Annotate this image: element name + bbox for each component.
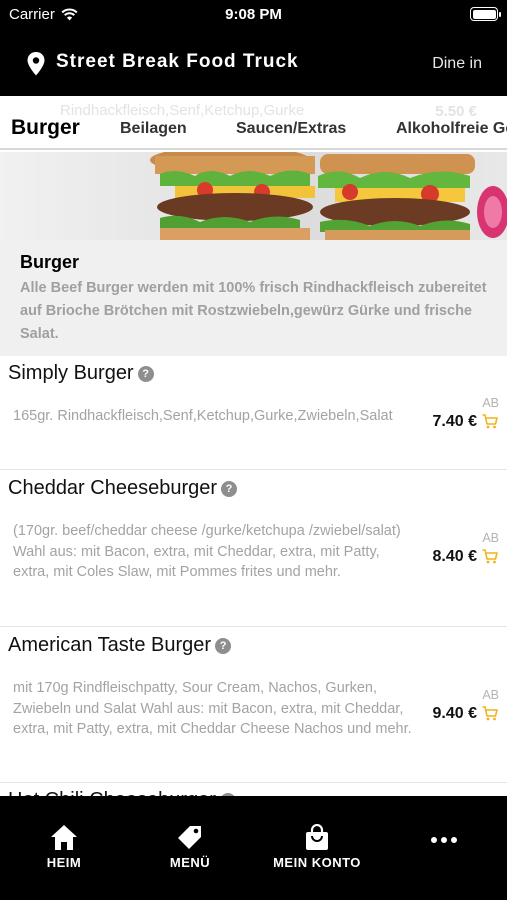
shopping-bag-icon bbox=[306, 824, 328, 850]
info-icon[interactable]: ? bbox=[221, 480, 238, 497]
app-header: Street Break Food Truck Dine in bbox=[0, 30, 507, 96]
dine-mode-button[interactable]: Dine in bbox=[432, 55, 482, 73]
more-icon bbox=[431, 837, 457, 843]
battery-icon bbox=[470, 7, 501, 21]
product-name: American Taste Burger bbox=[8, 634, 212, 656]
status-bar: Carrier 9:08 PM bbox=[0, 0, 507, 30]
home-icon bbox=[51, 825, 77, 850]
nav-home[interactable]: HEIM bbox=[14, 824, 114, 870]
category-tabs: Rindhackfleisch,Senf,Ketchup,Gurke 5.50 … bbox=[0, 96, 507, 150]
burger-photo bbox=[150, 152, 507, 240]
product-tag: AB bbox=[482, 688, 499, 702]
product-name-row: American Taste Burger ? bbox=[8, 634, 232, 657]
cart-icon[interactable] bbox=[482, 414, 498, 429]
product-tag: AB bbox=[482, 531, 499, 545]
product-name: Cheddar Cheeseburger bbox=[8, 477, 218, 499]
product-tag: AB bbox=[482, 396, 499, 410]
product-price: 9.40 € bbox=[432, 705, 477, 722]
product-item[interactable]: Cheddar Cheeseburger ? (170gr. beef/ched… bbox=[0, 471, 507, 627]
cart-icon[interactable] bbox=[482, 549, 498, 564]
category-title: Burger bbox=[20, 252, 80, 272]
product-description: 165gr. Rindhackfleisch,Senf,Ketchup,Gurk… bbox=[13, 408, 393, 424]
product-name-row: Cheddar Cheeseburger ? bbox=[8, 477, 238, 500]
product-description: mit 170g Rindfleischpatty, Sour Cream, N… bbox=[13, 680, 412, 738]
tab-saucen-extras[interactable]: Saucen/Extras bbox=[236, 120, 346, 138]
info-icon[interactable]: ? bbox=[215, 637, 232, 654]
clock: 9:08 PM bbox=[225, 6, 282, 23]
nav-menu-label: MENÜ bbox=[169, 855, 211, 870]
product-price: 7.40 € bbox=[432, 413, 477, 430]
product-item[interactable]: Simply Burger ? 165gr. Rindhackfleisch,S… bbox=[0, 356, 507, 470]
product-price: 8.40 € bbox=[432, 548, 477, 565]
bottom-navigation: HEIM MENÜ MEIN KONTO bbox=[0, 796, 507, 900]
category-description: Burger Alle Beef Burger werden mit 100% … bbox=[0, 240, 507, 356]
scroll-ghost-price: 5.50 € bbox=[435, 103, 477, 120]
category-description-text: Alle Beef Burger werden mit 100% frisch … bbox=[20, 280, 487, 342]
info-icon[interactable]: ? bbox=[137, 365, 154, 382]
product-description: (170gr. beef/cheddar cheese /gurke/ketch… bbox=[13, 523, 401, 581]
product-name-row: Simply Burger ? bbox=[8, 362, 154, 385]
nav-account-label: MEIN KONTO bbox=[273, 855, 361, 870]
tab-alkoholfreie-getraenke[interactable]: Alkoholfreie Ge bbox=[396, 120, 507, 138]
product-name: Simply Burger bbox=[8, 362, 134, 384]
nav-account[interactable]: MEIN KONTO bbox=[267, 824, 367, 870]
tag-icon bbox=[178, 826, 201, 849]
category-banner-image bbox=[0, 152, 507, 240]
scroll-ghost-text: Rindhackfleisch,Senf,Ketchup,Gurke bbox=[60, 102, 305, 119]
tab-beilagen[interactable]: Beilagen bbox=[120, 120, 187, 138]
cart-icon[interactable] bbox=[482, 706, 498, 721]
nav-more[interactable] bbox=[394, 836, 494, 844]
location-pin-icon bbox=[27, 52, 45, 76]
nav-home-label: HEIM bbox=[46, 855, 82, 870]
nav-menu[interactable]: MENÜ bbox=[140, 824, 240, 870]
tab-burger[interactable]: Burger bbox=[11, 116, 80, 140]
product-item[interactable]: American Taste Burger ? mit 170g Rindfle… bbox=[0, 628, 507, 783]
store-title[interactable]: Street Break Food Truck bbox=[56, 51, 299, 73]
